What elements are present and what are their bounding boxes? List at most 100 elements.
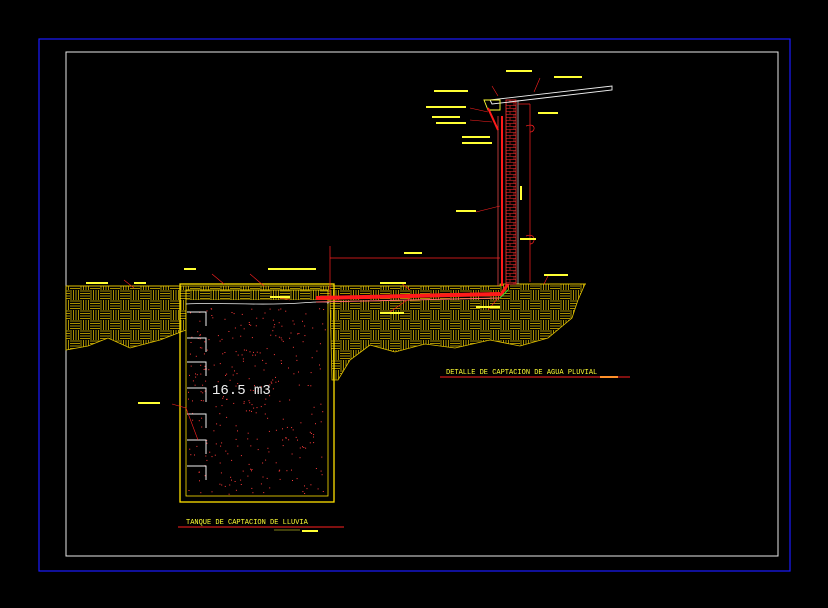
water-dot	[201, 347, 203, 349]
water-dot	[242, 358, 244, 360]
water-dot	[275, 335, 277, 337]
water-dot	[205, 380, 207, 382]
water-dot	[293, 373, 295, 375]
water-dot	[255, 412, 257, 414]
water-dot	[272, 330, 274, 332]
water-dot	[279, 478, 281, 480]
water-dot	[302, 446, 303, 448]
water-dot	[315, 468, 317, 469]
water-dot	[322, 411, 324, 413]
water-dot	[302, 320, 303, 322]
water-dot	[192, 400, 193, 402]
water-dot	[199, 320, 201, 322]
water-dot	[273, 354, 275, 356]
water-dot	[202, 384, 204, 386]
water-dot	[263, 369, 265, 371]
water-dot	[309, 431, 311, 433]
water-dot	[242, 470, 244, 472]
water-dot	[302, 491, 304, 493]
water-dot	[305, 447, 307, 449]
water-dot	[270, 381, 272, 383]
water-dot	[211, 308, 213, 310]
water-dot	[320, 403, 322, 405]
water-dot	[203, 369, 205, 370]
water-dot	[243, 401, 245, 403]
water-dot	[321, 474, 323, 476]
water-dot	[212, 317, 214, 319]
water-dot	[267, 447, 269, 449]
water-dot	[251, 337, 253, 339]
water-dot	[281, 339, 283, 341]
water-dot	[225, 450, 227, 452]
water-dot	[247, 438, 249, 440]
water-dot	[233, 402, 235, 404]
rain-tank: 16.5 m3	[179, 283, 335, 503]
water-dot	[204, 475, 206, 477]
water-dot	[255, 325, 257, 327]
water-dot	[253, 351, 254, 353]
water-dot	[296, 359, 298, 361]
water-dot	[263, 492, 265, 494]
water-dot	[243, 328, 245, 330]
water-dot	[280, 360, 282, 362]
water-dot	[224, 318, 226, 320]
water-dot	[232, 337, 234, 339]
water-dot	[302, 341, 304, 343]
water-dot	[278, 309, 280, 311]
water-dot	[254, 365, 256, 367]
water-dot	[233, 313, 235, 315]
detail-title: DETALLE DE CAPTACION DE AGUA PLUVIAL	[446, 369, 597, 377]
water-dot	[224, 485, 226, 487]
water-dot	[237, 354, 239, 356]
water-dot	[248, 378, 250, 380]
water-dot	[279, 400, 281, 402]
water-dot	[322, 323, 324, 325]
water-dot	[222, 353, 224, 355]
water-dot	[226, 373, 228, 375]
water-dot	[240, 455, 242, 457]
water-dot	[214, 454, 216, 456]
water-dot	[288, 367, 289, 369]
water-dot	[220, 472, 222, 474]
water-dot	[248, 322, 250, 323]
water-dot	[234, 327, 236, 329]
water-dot	[202, 400, 204, 402]
water-dot	[190, 342, 192, 343]
water-dot	[292, 346, 294, 348]
water-dot	[305, 313, 307, 315]
water-dot	[296, 478, 298, 480]
water-dot	[273, 326, 275, 328]
water-dot	[189, 448, 191, 450]
water-dot	[234, 481, 236, 482]
water-dot	[282, 439, 284, 441]
water-dot	[226, 416, 228, 418]
water-dot	[321, 456, 323, 458]
water-dot	[274, 324, 276, 326]
water-dot	[254, 354, 256, 356]
water-dot	[269, 487, 271, 489]
water-dot	[291, 469, 292, 471]
water-dot	[297, 439, 298, 441]
water-dot	[292, 320, 294, 322]
water-dot	[289, 399, 291, 401]
water-dot	[188, 391, 189, 393]
water-dot	[203, 353, 205, 355]
water-dot	[299, 457, 301, 459]
water-dot	[206, 349, 208, 351]
water-dot	[275, 462, 277, 464]
water-dot	[262, 476, 264, 478]
water-dot	[303, 447, 305, 448]
water-dot	[247, 432, 249, 434]
water-dot	[256, 438, 258, 440]
water-dot	[209, 451, 211, 453]
water-dot	[216, 423, 218, 425]
water-dot	[311, 357, 313, 359]
water-dot	[309, 442, 311, 444]
water-dot	[251, 410, 252, 412]
water-dot	[319, 364, 320, 366]
water-dot	[281, 363, 282, 364]
water-dot	[211, 456, 213, 458]
water-dot	[235, 489, 237, 491]
water-dot	[286, 470, 288, 472]
water-dot	[190, 365, 192, 367]
